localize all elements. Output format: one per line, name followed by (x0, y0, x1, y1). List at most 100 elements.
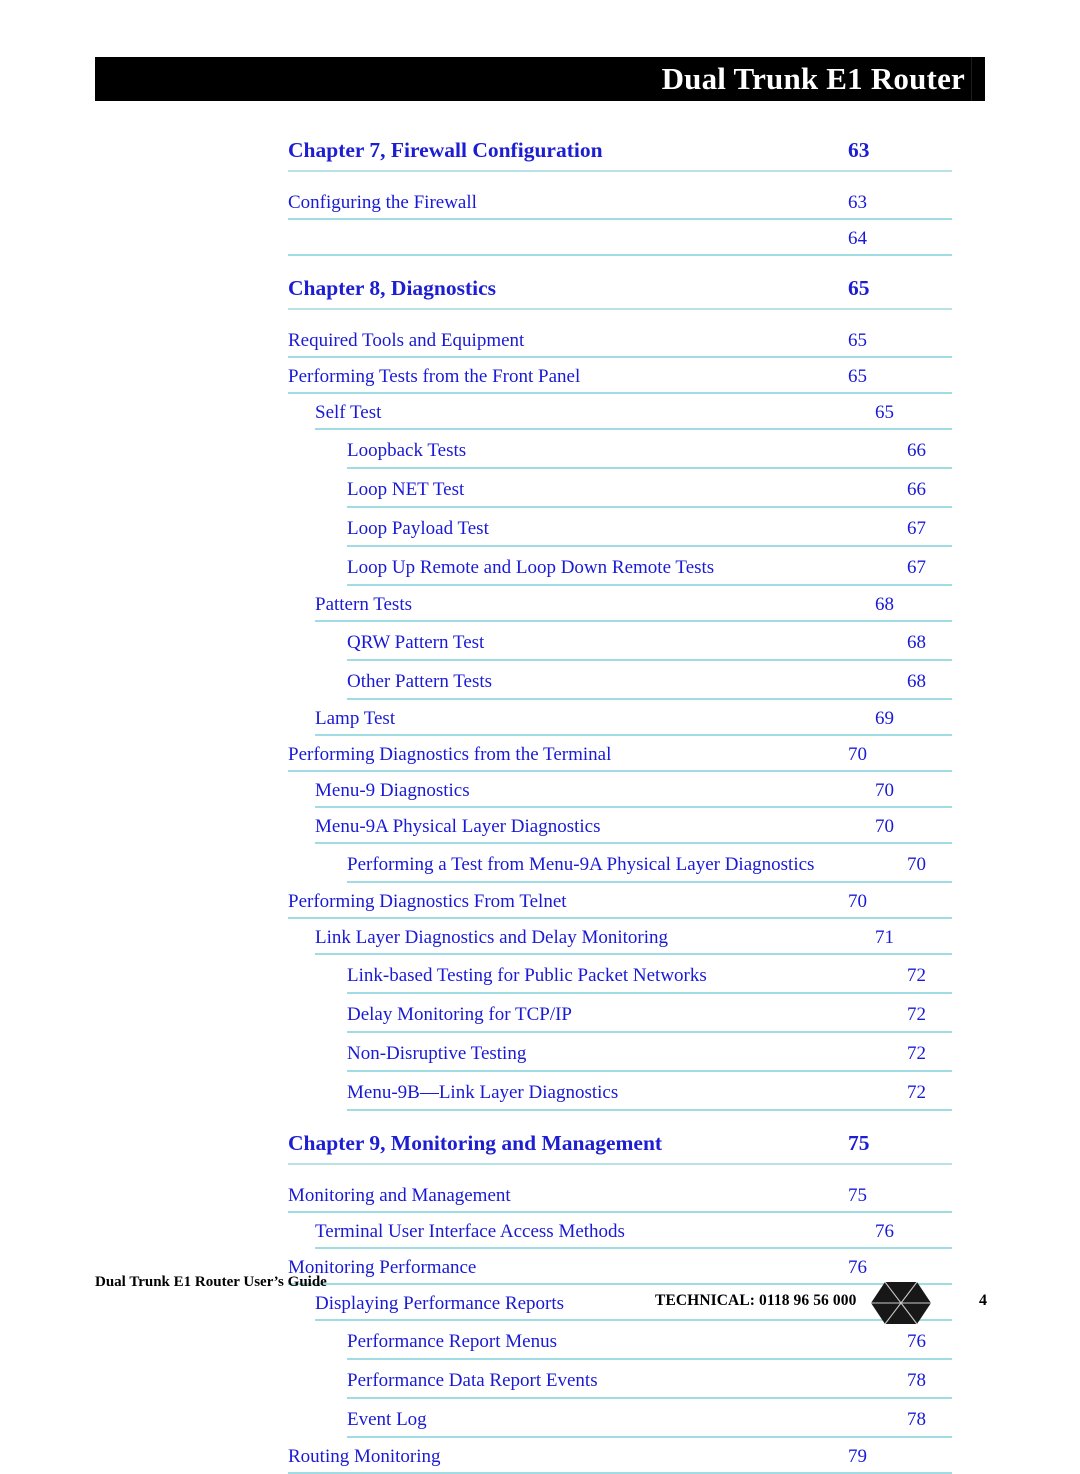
toc-entry-label: Monitoring and Management (288, 1185, 511, 1206)
toc-entry-page-number: 63 (848, 138, 870, 162)
toc-entry-page-number: 72 (907, 965, 926, 986)
toc-entry-label: Loop Up Remote and Loop Down Remote Test… (347, 557, 715, 578)
toc-entry-page-number: 64 (848, 228, 867, 249)
toc-entry-page-number: 67 (907, 518, 926, 539)
toc-entry-label: Link-based Testing for Public Packet Net… (347, 965, 707, 986)
toc-chapter-row[interactable]: Chapter 7, Firewall Configuration 63 (288, 138, 952, 172)
toc-entry-page-number: 70 (848, 744, 867, 765)
toc-entry-page-number: 76 (875, 1221, 894, 1242)
toc-entry-label: Pattern Tests (315, 594, 413, 615)
toc-entry-row[interactable]: Link Layer Diagnostics and Delay Monitor… (315, 919, 952, 955)
toc-entry-page-number: 67 (907, 557, 926, 578)
toc-entry-page-number: 70 (907, 854, 926, 875)
toc-entry-row[interactable]: Performance Data Report Events 78 (347, 1360, 952, 1399)
toc-entry-label: Configuring the Firewall (288, 192, 477, 213)
toc-entry-row[interactable]: Performing Diagnostics From Telnet 70 (288, 883, 952, 919)
toc-entry-row[interactable]: Performing a Test from Menu-9A Physical … (347, 844, 952, 883)
toc-entry-label: Terminal User Interface Access Methods (315, 1221, 625, 1242)
toc-entry-page-number: 63 (848, 192, 867, 213)
toc-entry-page-number: 68 (907, 632, 926, 653)
toc-entry-label: Delay Monitoring for TCP/IP (347, 1004, 573, 1025)
toc-entry-label: Routing Monitoring (288, 1446, 441, 1467)
toc-entry-row[interactable]: Loopback Tests 66 (347, 430, 952, 469)
toc-entry-label: Chapter 7, Firewall Configuration (288, 138, 603, 162)
toc-entry-page-number: 66 (907, 440, 926, 461)
toc-entry-row[interactable]: Terminal User Interface Access Methods 76 (315, 1213, 952, 1249)
toc-entry-label: Performance Data Report Events (347, 1370, 598, 1391)
page-header-title: Dual Trunk E1 Router (661, 61, 965, 96)
toc-entry-row[interactable]: Configuring the Firewall 63 (288, 184, 952, 220)
toc-entry-page-number: 75 (848, 1185, 867, 1206)
toc-entry-page-number: 65 (848, 366, 867, 387)
toc-entry-row[interactable]: Loop NET Test 66 (347, 469, 952, 508)
toc-entry-row[interactable]: Routing Monitoring 79 (288, 1438, 952, 1474)
footer-technical-phone: TECHNICAL: 0118 96 56 000 (655, 1292, 857, 1309)
toc-entry-row[interactable]: Performing Tests from the Front Panel 65 (288, 358, 952, 394)
toc-chapter-row[interactable]: Chapter 8, Diagnostics 65 (288, 276, 952, 310)
hexagon-diamond-logo (870, 1281, 932, 1325)
toc-entry-label: Non-Disruptive Testing (347, 1043, 527, 1064)
toc-entry-page-number: 69 (875, 708, 894, 729)
toc-entry-page-number: 68 (875, 594, 894, 615)
toc-entry-page-number: 65 (848, 330, 867, 351)
toc-entry-page-number: 66 (907, 479, 926, 500)
toc-entry-label: Performing Tests from the Front Panel (288, 366, 581, 387)
toc-entry-label: Other Pattern Tests (347, 671, 493, 692)
toc-entry-label: Performing a Test from Menu-9A Physical … (347, 854, 815, 875)
toc-entry-label: Loop Payload Test (347, 518, 489, 539)
toc-entry-row[interactable]: QRW Pattern Test 68 (347, 622, 952, 661)
toc-entry-label: Performing Diagnostics from the Terminal (288, 744, 612, 765)
toc-entry-page-number: 68 (907, 671, 926, 692)
toc-entry-page-number: 71 (875, 927, 894, 948)
toc-entry-page-number: 79 (848, 1446, 867, 1467)
page-header-banner: Dual Trunk E1 Router (95, 57, 985, 101)
toc-entry-page-number: 65 (875, 402, 894, 423)
toc-entry-row[interactable]: Lamp Test 69 (315, 700, 952, 736)
toc-entry-row[interactable]: Menu-9A Physical Layer Diagnostics 70 (315, 808, 952, 844)
toc-entry-label: Performing Diagnostics From Telnet (288, 891, 567, 912)
toc-entry-label: Performance Report Menus (347, 1331, 557, 1352)
toc-entry-row[interactable]: Menu-9B—Link Layer Diagnostics 72 (347, 1072, 952, 1111)
toc-entry-page-number: 76 (907, 1331, 926, 1352)
toc-entry-row[interactable]: Link-based Testing for Public Packet Net… (347, 955, 952, 994)
toc-entry-row[interactable]: Loop Payload Test 67 (347, 508, 952, 547)
toc-entry-page-number: 78 (907, 1409, 926, 1430)
toc-entry-page-number: 75 (848, 1131, 870, 1155)
toc-entry-label: Event Log (347, 1409, 427, 1430)
toc-entry-row[interactable]: Delay Monitoring for TCP/IP 72 (347, 994, 952, 1033)
toc-entry-row[interactable]: 64 (288, 220, 952, 256)
toc-entry-page-number: 70 (875, 816, 894, 837)
toc-entry-label: Chapter 9, Monitoring and Management (288, 1131, 663, 1155)
toc-entry-row[interactable]: Non-Disruptive Testing 72 (347, 1033, 952, 1072)
toc-entry-label: Menu-9B—Link Layer Diagnostics (347, 1082, 619, 1103)
toc-entry-row[interactable]: Loop Up Remote and Loop Down Remote Test… (347, 547, 952, 586)
toc-entry-page-number: 70 (848, 891, 867, 912)
footer-guide-title: Dual Trunk E1 Router User’s Guide (95, 1274, 327, 1290)
toc-entry-label: Loop NET Test (347, 479, 465, 500)
toc-entry-page-number: 72 (907, 1004, 926, 1025)
toc-entry-row[interactable]: Monitoring and Management 75 (288, 1177, 952, 1213)
toc-entry-page-number: 72 (907, 1043, 926, 1064)
toc-entry-label: Lamp Test (315, 708, 396, 729)
page-footer: Dual Trunk E1 Router User’s Guide TECHNI… (95, 1270, 987, 1330)
toc-entry-label: Menu-9 Diagnostics (315, 780, 470, 801)
toc-entry-label: QRW Pattern Test (347, 632, 485, 653)
toc-entry-page-number: 72 (907, 1082, 926, 1103)
toc-entry-label: Self Test (315, 402, 382, 423)
toc-entry-page-number: 78 (907, 1370, 926, 1391)
toc-chapter-row[interactable]: Chapter 9, Monitoring and Management 75 (288, 1131, 952, 1165)
toc-entry-label: Required Tools and Equipment (288, 330, 525, 351)
toc-entry-row[interactable]: Performing Diagnostics from the Terminal… (288, 736, 952, 772)
toc-entry-label: Loopback Tests (347, 440, 467, 461)
toc-entry-row[interactable]: Other Pattern Tests 68 (347, 661, 952, 700)
footer-page-number: 4 (979, 1292, 987, 1309)
toc-entry-page-number: 65 (848, 276, 870, 300)
toc-entry-row[interactable]: Event Log 78 (347, 1399, 952, 1438)
toc-entry-label: Menu-9A Physical Layer Diagnostics (315, 816, 601, 837)
toc-entry-page-number: 70 (875, 780, 894, 801)
toc-entry-label: Link Layer Diagnostics and Delay Monitor… (315, 927, 669, 948)
toc-entry-row[interactable]: Menu-9 Diagnostics 70 (315, 772, 952, 808)
toc-entry-row[interactable]: Self Test 65 (315, 394, 952, 430)
toc-entry-row[interactable]: Required Tools and Equipment 65 (288, 322, 952, 358)
toc-entry-row[interactable]: Pattern Tests 68 (315, 586, 952, 622)
